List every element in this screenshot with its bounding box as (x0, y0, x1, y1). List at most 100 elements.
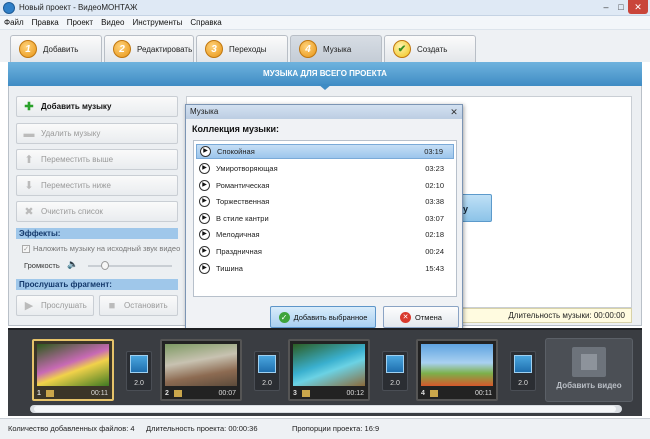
track-name: Тишина (216, 264, 243, 273)
tab-label: Создать (417, 44, 448, 54)
track-item[interactable]: ▶ Тишина 15:43 (196, 261, 454, 276)
close-button[interactable]: ✕ (628, 0, 648, 14)
menu-tools[interactable]: Инструменты (128, 16, 186, 29)
volume-label: Громкость (24, 261, 60, 270)
tab-label: Переходы (229, 44, 267, 54)
timeline-clip[interactable]: 2 00:07 (160, 339, 242, 401)
menu-file[interactable]: Файл (0, 16, 28, 29)
transition-slot[interactable]: 2.0 (126, 351, 152, 391)
listen-button[interactable]: ▶ Прослушать (16, 295, 94, 316)
pencil-icon[interactable] (46, 390, 54, 397)
add-music-large-button[interactable]: y (460, 194, 492, 222)
step-tabs: 1 Добавить 2 Редактировать 3 Переходы 4 … (0, 30, 650, 62)
add-video-button[interactable]: Добавить видео (545, 338, 633, 402)
track-name: Романтическая (216, 181, 270, 190)
track-item[interactable]: ▶ В стиле кантри 03:07 (196, 211, 454, 226)
check-icon: ✓ (278, 311, 290, 323)
pencil-icon[interactable] (430, 390, 438, 397)
stop-icon: ■ (108, 299, 116, 312)
clip-thumbnail (37, 344, 109, 386)
button-label: Добавить музыку (41, 102, 112, 111)
cancel-button[interactable]: ✕ Отмена (383, 306, 459, 328)
button-label: Удалить музыку (41, 129, 101, 138)
play-icon[interactable]: ▶ (199, 163, 210, 174)
step-number-badge: 2 (113, 40, 131, 58)
timeline-clip[interactable]: 1 00:11 (32, 339, 114, 401)
move-up-button[interactable]: ⬆ Переместить выше (16, 149, 178, 170)
minimize-button[interactable]: – (598, 0, 614, 14)
clear-list-button[interactable]: ✖ Очистить список (16, 201, 178, 222)
stop-button[interactable]: ■ Остановить (99, 295, 178, 316)
play-icon: ▶ (24, 299, 34, 312)
title-bar: Новый проект - ВидеоМОНТАЖ – □ ✕ (0, 0, 650, 16)
track-duration: 00:24 (425, 247, 444, 256)
add-selected-button[interactable]: ✓ Добавить выбранное (270, 306, 376, 328)
tab-music[interactable]: 4 Музыка (290, 35, 382, 62)
transition-icon (386, 355, 404, 373)
tab-transitions[interactable]: 3 Переходы (196, 35, 288, 62)
transition-slot[interactable]: 2.0 (382, 351, 408, 391)
scrollbar-thumb[interactable] (34, 406, 616, 412)
track-duration: 02:18 (425, 230, 444, 239)
play-icon[interactable]: ▶ (199, 229, 210, 240)
track-item[interactable]: ▶ Мелодичная 02:18 (196, 227, 454, 242)
timeline-clip[interactable]: 3 00:12 (288, 339, 370, 401)
track-item[interactable]: ▶ Умиротворяющая 03:23 (196, 161, 454, 176)
track-name: Спокойная (217, 147, 255, 156)
pencil-icon[interactable] (174, 390, 182, 397)
track-duration: 03:38 (425, 197, 444, 206)
menu-help[interactable]: Справка (186, 16, 225, 29)
delete-music-button[interactable]: ▬ Удалить музыку (16, 123, 178, 144)
tab-create[interactable]: ✔ Создать (384, 35, 476, 62)
button-label: Остановить (124, 301, 168, 310)
track-duration: 03:07 (425, 214, 444, 223)
play-icon[interactable]: ▶ (199, 196, 210, 207)
menu-video[interactable]: Видео (97, 16, 128, 29)
status-bar: Количество добавленных файлов: 4 Длитель… (0, 418, 650, 439)
play-icon[interactable]: ▶ (199, 263, 210, 274)
status-file-count: Количество добавленных файлов: 4 (8, 424, 135, 433)
play-icon[interactable]: ▶ (199, 213, 210, 224)
check-icon: ✔ (393, 40, 411, 58)
dialog-title: Музыка (186, 105, 462, 119)
track-item[interactable]: ▶ Торжественная 03:38 (196, 194, 454, 209)
overlay-checkbox-row[interactable]: ✓ Наложить музыку на исходный звук видео (22, 244, 180, 253)
play-icon[interactable]: ▶ (199, 180, 210, 191)
transition-duration: 2.0 (134, 380, 144, 387)
dialog-heading: Коллекция музыки: (192, 124, 280, 134)
track-item[interactable]: ▶ Праздничная 00:24 (196, 244, 454, 259)
close-icon[interactable]: ✕ (449, 107, 459, 117)
menu-project[interactable]: Проект (63, 16, 97, 29)
add-music-button[interactable]: ✚ Добавить музыку (16, 96, 178, 117)
menu-edit[interactable]: Правка (28, 16, 63, 29)
tab-label: Музыка (323, 44, 352, 54)
transition-duration: 2.0 (390, 380, 400, 387)
transition-slot[interactable]: 2.0 (510, 351, 536, 391)
play-icon[interactable]: ▶ (199, 246, 210, 257)
transition-slot[interactable]: 2.0 (254, 351, 280, 391)
volume-slider-thumb[interactable] (101, 261, 109, 270)
move-down-button[interactable]: ⬇ Переместить ниже (16, 175, 178, 196)
maximize-button[interactable]: □ (614, 0, 628, 14)
add-video-label: Добавить видео (556, 381, 622, 390)
step-number-badge: 1 (19, 40, 37, 58)
clip-number: 2 (165, 390, 169, 397)
track-item[interactable]: ▶ Романтическая 02:10 (196, 178, 454, 193)
listen-header: Прослушать фрагмент: (16, 279, 178, 290)
play-icon[interactable]: ▶ (200, 146, 211, 157)
tab-edit[interactable]: 2 Редактировать (104, 35, 194, 62)
timeline-clip[interactable]: 4 00:11 (416, 339, 498, 401)
track-name: Мелодичная (216, 230, 260, 239)
button-label: Переместить выше (41, 155, 114, 164)
pencil-icon[interactable] (302, 390, 310, 397)
button-label: Очистить список (41, 207, 103, 216)
checkbox-icon[interactable]: ✓ (22, 244, 30, 253)
clip-thumbnail (165, 344, 237, 386)
clear-icon: ✖ (24, 205, 34, 218)
clip-duration: 00:12 (346, 390, 364, 397)
tab-label: Редактировать (137, 44, 193, 54)
track-item[interactable]: ▶ Спокойная 03:19 (196, 144, 454, 159)
arrow-up-icon: ⬆ (24, 153, 34, 166)
timeline-scrollbar[interactable] (30, 405, 622, 413)
tab-add[interactable]: 1 Добавить (10, 35, 102, 62)
